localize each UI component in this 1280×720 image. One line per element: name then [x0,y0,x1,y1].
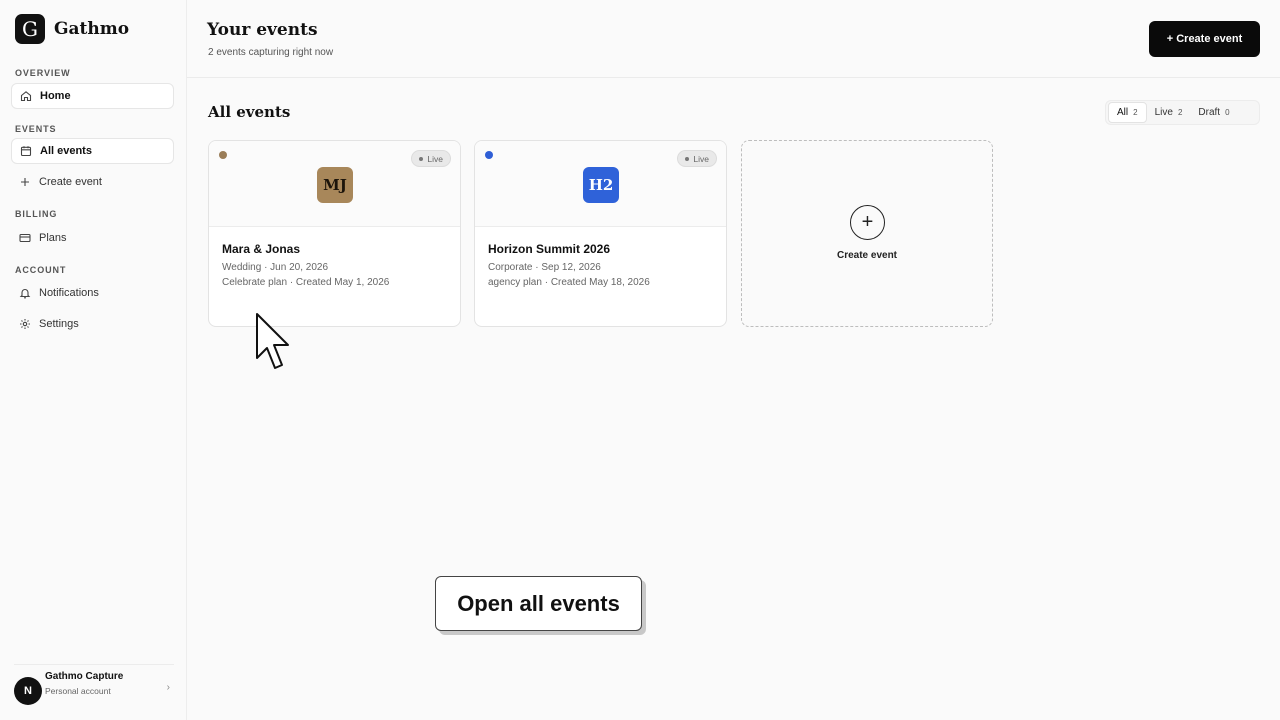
section-label-account: ACCOUNT [15,265,67,275]
event-card-banner: Live H2 [475,141,726,227]
sidebar-item-label: Settings [39,318,79,330]
bell-icon [19,287,31,299]
sidebar-item-label: Home [40,90,71,102]
filter-label: Draft [1198,107,1221,118]
filter-count: 2 [1177,108,1183,117]
create-event-card[interactable]: + Create event [741,140,993,327]
live-dot-icon [685,156,690,161]
status-badge: Live [411,150,451,167]
account-switcher[interactable]: N Gathmo Capture Personal account › [14,664,174,708]
event-plan-created: Celebrate plan · Created May 1, 2026 [222,277,390,288]
event-type-date: Corporate · Sep 12, 2026 [488,262,601,273]
gear-icon [19,318,31,330]
sidebar-item-label: Notifications [39,287,99,299]
page-subtitle: 2 events capturing right now [208,47,334,58]
section-label-events: EVENTS [15,124,57,134]
filter-draft[interactable]: Draft 0 [1190,102,1237,123]
sidebar-item-all-events[interactable]: All events [11,138,174,164]
sidebar-item-plans[interactable]: Plans [11,225,174,251]
chevron-right-icon: › [166,682,170,693]
filter-all[interactable]: All 2 [1108,102,1147,123]
avatar: N [14,677,42,705]
sidebar-item-home[interactable]: Home [11,83,174,109]
section-label-billing: BILLING [15,209,58,219]
sidebar: G Gathmo OVERVIEW Home EVENTS All events… [0,0,186,720]
home-icon [20,90,32,102]
filter-count: 0 [1225,108,1230,117]
calendar-icon [20,145,32,157]
filter-label: Live [1154,107,1173,118]
filter-count: 2 [1133,108,1138,117]
sidebar-item-label: Plans [39,232,67,244]
event-type-date: Wedding · Jun 20, 2026 [222,262,329,273]
credit-card-icon [19,232,31,244]
brand[interactable]: G Gathmo [15,14,129,44]
mouse-cursor-icon [256,313,289,369]
filter-label: All [1117,107,1129,118]
event-card[interactable]: Live H2 Horizon Summit 2026 Corporate · … [474,140,727,327]
plus-circle-icon: + [850,205,885,240]
sidebar-item-label: All events [40,145,92,157]
brand-name: Gathmo [54,19,130,39]
filter-live[interactable]: Live 2 [1147,102,1191,123]
section-label-overview: OVERVIEW [15,68,71,78]
event-color-dot [219,151,227,159]
page-header: Your events 2 events capturing right now… [187,0,1280,78]
event-card[interactable]: Live MJ Mara & Jonas Wedding · Jun 20, 2… [208,140,461,327]
event-card-banner: Live MJ [209,141,460,227]
event-name: Horizon Summit 2026 [488,242,611,256]
status-badge: Live [677,150,717,167]
live-dot-icon [419,156,424,161]
account-text: Gathmo Capture Personal account [45,671,123,696]
event-name: Mara & Jonas [222,242,301,256]
event-logo: MJ [317,167,353,203]
sidebar-item-settings[interactable]: Settings [11,311,174,337]
account-name: Gathmo Capture [45,671,124,682]
main-content: Your events 2 events capturing right now… [186,0,1280,720]
event-logo: H2 [583,167,619,203]
status-label: Live [427,153,443,164]
account-type: Personal account [45,686,111,696]
create-event-card-label: Create event [836,250,898,261]
sidebar-item-notifications[interactable]: Notifications [11,280,174,306]
event-color-dot [485,151,493,159]
section-title: All events [208,103,291,121]
status-label: Live [693,153,709,164]
page-title: Your events [207,20,318,40]
brand-logo-icon: G [15,14,45,44]
sidebar-item-label: Create event [39,176,102,188]
status-filter: All 2 Live 2 Draft 0 [1105,100,1260,125]
event-plan-created: agency plan · Created May 18, 2026 [488,277,650,288]
create-event-button[interactable]: + Create event [1149,21,1260,57]
plus-icon [19,176,31,188]
sidebar-item-create-event[interactable]: Create event [11,169,174,195]
instruction-callout: Open all events [435,576,642,631]
